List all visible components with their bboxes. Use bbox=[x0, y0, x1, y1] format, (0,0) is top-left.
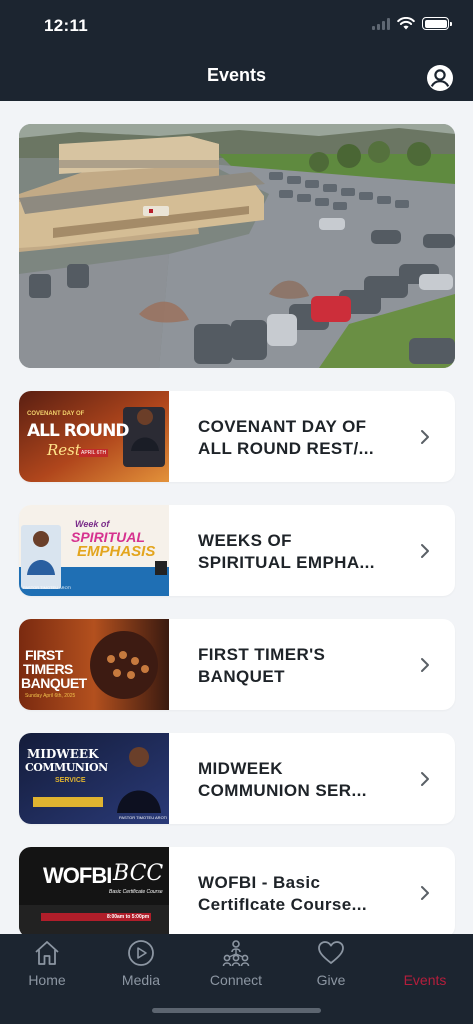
event-card-covenant-day[interactable]: COVENANT DAY OF ALL ROUND Rest APRIL 6TH… bbox=[19, 391, 455, 482]
poster-headline: Week of bbox=[75, 519, 110, 529]
tab-label: Home bbox=[28, 972, 66, 988]
poster-subhead-2: EMPHASIS bbox=[77, 543, 156, 560]
chevron-right-icon bbox=[421, 886, 429, 900]
tab-label: Events bbox=[403, 972, 447, 988]
event-title: MIDWEEK COMMUNION SER... bbox=[198, 759, 367, 800]
tab-media[interactable]: Media bbox=[101, 934, 181, 996]
event-title: FIRST TIMER'S BANQUET bbox=[198, 645, 326, 686]
people-icon bbox=[222, 940, 250, 967]
tab-connect[interactable]: Connect bbox=[196, 934, 276, 996]
event-title: COVENANT DAY OF ALL ROUND REST/... bbox=[198, 417, 374, 458]
profile-icon[interactable] bbox=[426, 64, 454, 92]
church-aerial-image bbox=[19, 124, 455, 368]
event-poster-first-timers-banquet: FIRST TIMERS BANQUET Sunday April 6th, 2… bbox=[19, 619, 169, 710]
poster-caption: PASTOR TIMOTEU AROTI bbox=[23, 585, 72, 590]
event-title: WOFBI - Basic CertifIcate Course... bbox=[198, 873, 368, 914]
poster-subhead-2: Basic Certificate Course bbox=[109, 889, 163, 895]
tab-home[interactable]: Home bbox=[7, 934, 87, 996]
tab-label: Connect bbox=[209, 972, 263, 988]
top-bar: 12:11 Events bbox=[0, 0, 473, 101]
poster-subhead-2: SERVICE bbox=[55, 777, 86, 784]
event-card-first-timers-banquet[interactable]: FIRST TIMERS BANQUET Sunday April 6th, 2… bbox=[19, 619, 455, 710]
poster-time: 8:00am to 5:00pm bbox=[107, 914, 150, 920]
battery-icon bbox=[422, 17, 452, 30]
event-card-wofbi-basic-certificate[interactable]: WOFBI BCC Basic Certificate Course 8:00a… bbox=[19, 847, 455, 938]
event-poster-wofbi: WOFBI BCC Basic Certificate Course 8:00a… bbox=[19, 847, 169, 938]
poster-top-text: COVENANT DAY OF bbox=[27, 411, 85, 417]
status-time: 12:11 bbox=[44, 16, 89, 35]
poster-caption: PASTOR TIMOTEU AROTI bbox=[119, 815, 168, 820]
chevron-right-icon bbox=[421, 430, 429, 444]
event-poster-midweek-communion: MIDWEEK COMMUNION SERVICE PASTOR TIMOTEU… bbox=[19, 733, 169, 824]
tab-give[interactable]: Give bbox=[291, 934, 371, 996]
tab-label: Give bbox=[316, 972, 346, 988]
tab-label: Media bbox=[121, 972, 161, 988]
chevron-right-icon bbox=[421, 544, 429, 558]
event-card-weeks-of-spiritual-emphasis[interactable]: Week of SPIRITUAL EMPHASIS PASTOR TIMOTE… bbox=[19, 505, 455, 596]
poster-subhead: Rest bbox=[47, 441, 81, 459]
chevron-right-icon bbox=[421, 658, 429, 672]
page-title: Events bbox=[206, 65, 267, 85]
cellular-signal-icon bbox=[372, 17, 390, 30]
poster-headline: WOFBI bbox=[43, 863, 112, 888]
heart-icon bbox=[318, 941, 344, 964]
home-indicator bbox=[152, 1008, 321, 1013]
play-icon bbox=[128, 940, 154, 966]
event-poster-covenant-day: COVENANT DAY OF ALL ROUND Rest APRIL 6TH bbox=[19, 391, 169, 482]
poster-date: APRIL 6TH bbox=[79, 449, 109, 457]
poster-headline: ALL ROUND bbox=[27, 421, 129, 441]
poster-headline: MIDWEEK bbox=[27, 747, 99, 761]
church-aerial-illustration bbox=[19, 124, 455, 368]
event-card-midweek-communion[interactable]: MIDWEEK COMMUNION SERVICE PASTOR TIMOTEU… bbox=[19, 733, 455, 824]
poster-date: Sunday April 6th, 2025 bbox=[25, 693, 76, 699]
poster-subhead: BCC bbox=[113, 861, 164, 886]
wifi-icon bbox=[397, 17, 415, 30]
poster-subhead: COMMUNION bbox=[25, 761, 108, 774]
chevron-right-icon bbox=[421, 772, 429, 786]
event-poster-spiritual-emphasis: Week of SPIRITUAL EMPHASIS PASTOR TIMOTE… bbox=[19, 505, 169, 596]
home-icon bbox=[35, 941, 59, 965]
event-title: WEEKS OF SPIRITUAL EMPHA... bbox=[198, 531, 375, 572]
status-icons bbox=[372, 17, 452, 30]
tab-events[interactable]: Events bbox=[385, 934, 465, 996]
poster-subhead-2: BANQUET bbox=[21, 675, 87, 691]
